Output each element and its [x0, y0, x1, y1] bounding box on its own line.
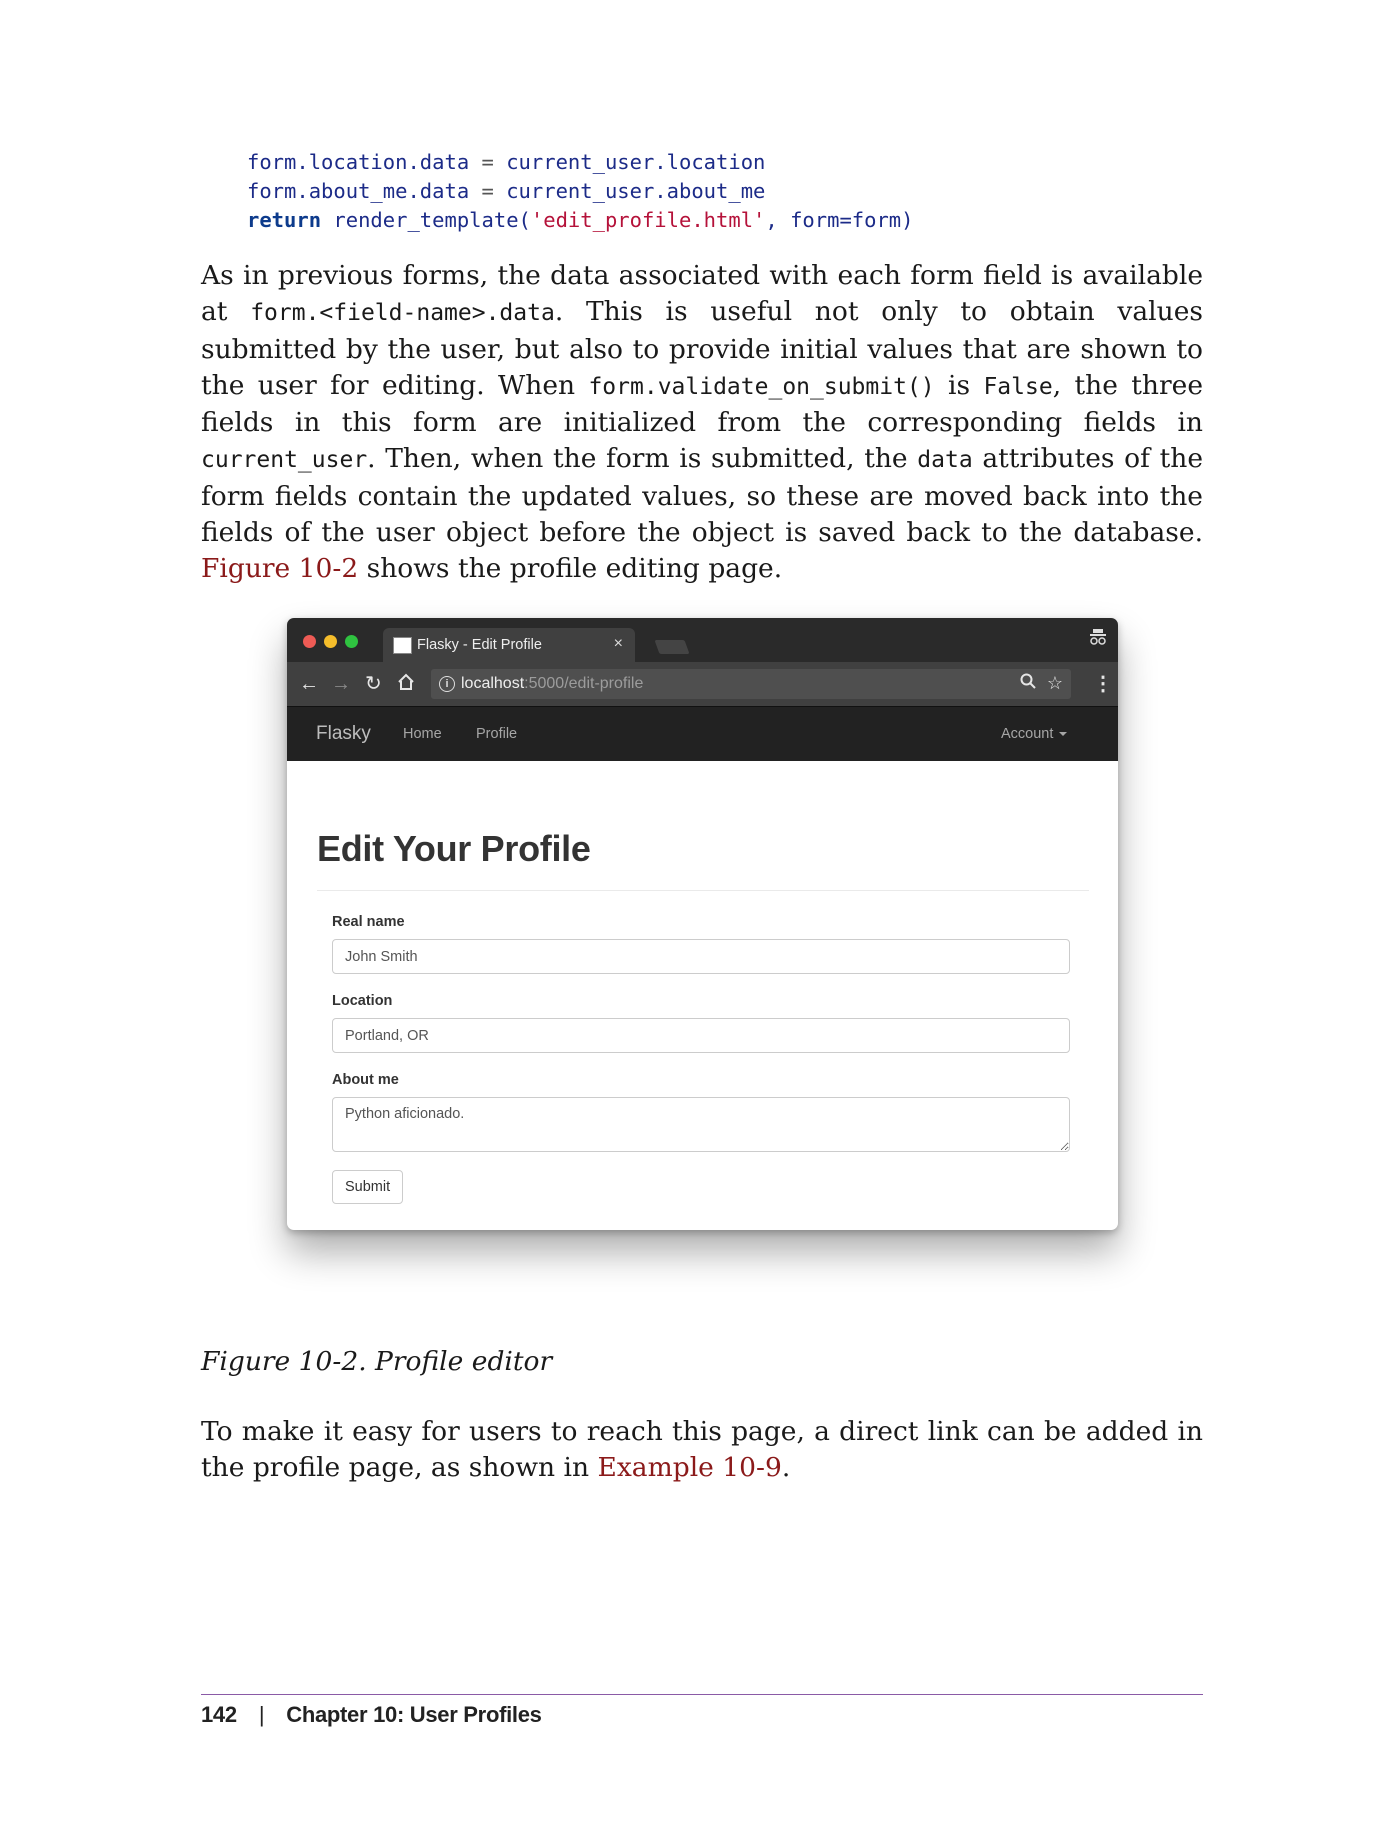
browser-screenshot-figure: Flasky - Edit Profile × ← → ↻ i localhos…	[287, 618, 1118, 1230]
body-paragraph-2: To make it easy for users to reach this …	[201, 1416, 1203, 1484]
close-window-dot[interactable]	[303, 635, 316, 648]
browser-tab-bar: Flasky - Edit Profile ×	[287, 618, 1118, 662]
address-bar[interactable]: i localhost:5000/edit-profile ☆	[431, 669, 1071, 699]
browser-toolbar: ← → ↻ i localhost:5000/edit-profile ☆ ⋮	[287, 662, 1118, 706]
caret-down-icon	[1059, 732, 1068, 737]
footer-rule	[201, 1694, 1203, 1695]
zoom-icon[interactable]	[1020, 673, 1036, 693]
menu-icon[interactable]: ⋮	[1093, 672, 1113, 696]
navbar-brand[interactable]: Flasky	[316, 723, 371, 745]
site-navbar: Flasky Home Profile Account	[287, 706, 1118, 761]
maximize-window-dot[interactable]	[345, 635, 358, 648]
code-line-2: form.about_me.data = current_user.about_…	[247, 179, 766, 203]
submit-button[interactable]: Submit	[332, 1170, 404, 1204]
location-input[interactable]	[332, 1018, 1070, 1053]
chapter-title: Chapter 10: User Profiles	[286, 1702, 542, 1727]
body-paragraph-1: As in previous forms, the data associate…	[201, 260, 1204, 585]
page-footer: 142 | Chapter 10: User Profiles	[201, 1702, 542, 1728]
about-me-textarea[interactable]: Python aficionado.	[332, 1097, 1070, 1152]
nav-account-dropdown[interactable]: Account	[1001, 726, 1068, 742]
reload-icon[interactable]: ↻	[365, 672, 382, 696]
star-icon[interactable]: ☆	[1047, 673, 1063, 693]
footer-separator: |	[258, 1702, 265, 1727]
back-icon[interactable]: ←	[299, 672, 319, 696]
page-number: 142	[201, 1702, 237, 1727]
divider	[317, 890, 1089, 891]
tab-title: Flasky - Edit Profile	[417, 637, 542, 653]
example-link[interactable]: Example 10-9	[598, 1452, 782, 1483]
nav-profile[interactable]: Profile	[476, 726, 517, 742]
forward-icon[interactable]: →	[331, 672, 351, 696]
tab-close-icon[interactable]: ×	[614, 635, 623, 653]
figure-caption: Figure 10-2. Profile editor	[201, 1346, 553, 1377]
real-name-label: Real name	[332, 914, 405, 930]
page-title: Edit Your Profile	[317, 828, 591, 869]
minimize-window-dot[interactable]	[324, 635, 337, 648]
new-tab-button[interactable]	[654, 640, 690, 654]
nav-home[interactable]: Home	[403, 726, 442, 742]
url-text: localhost:5000/edit-profile	[461, 675, 644, 692]
location-label: Location	[332, 993, 393, 1009]
about-me-label: About me	[332, 1072, 399, 1088]
code-block: form.location.data = current_user.locati…	[247, 148, 914, 235]
browser-tab[interactable]: Flasky - Edit Profile ×	[383, 628, 635, 662]
code-line-1: form.location.data = current_user.locati…	[247, 150, 766, 174]
real-name-input[interactable]	[332, 939, 1070, 974]
figure-link[interactable]: Figure 10-2	[201, 553, 358, 584]
home-icon[interactable]	[397, 673, 415, 697]
info-icon[interactable]: i	[439, 676, 455, 692]
code-line-3: return render_template('edit_profile.htm…	[247, 208, 914, 232]
incognito-icon	[1090, 628, 1106, 650]
favicon-icon	[393, 637, 412, 654]
